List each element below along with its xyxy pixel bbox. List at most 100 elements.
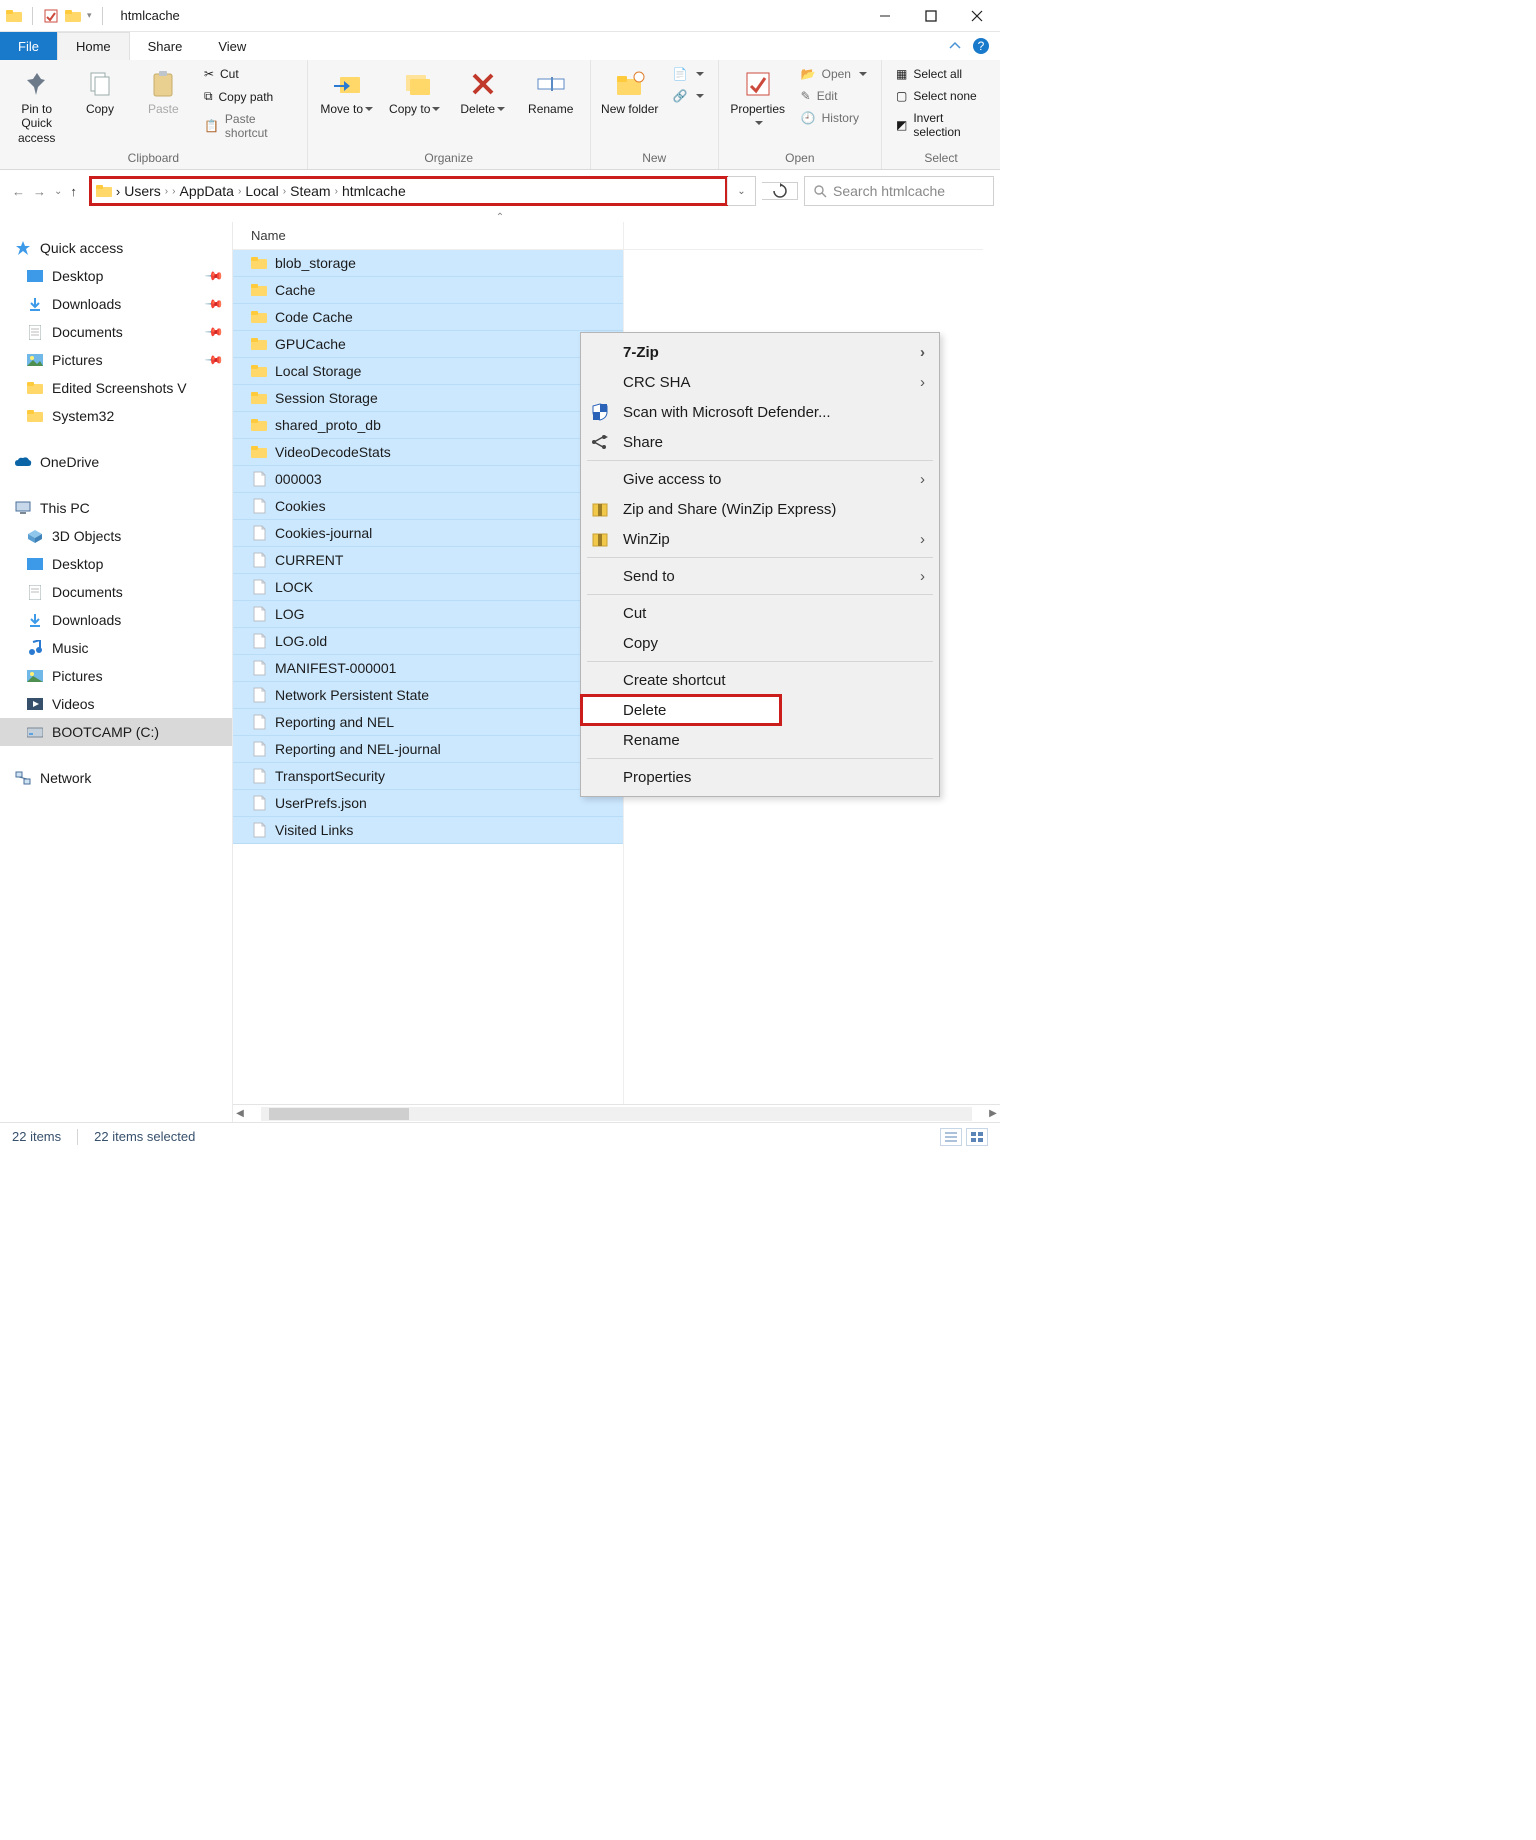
search-input[interactable]: Search htmlcache: [804, 176, 994, 206]
close-button[interactable]: [954, 0, 1000, 32]
column-header-name[interactable]: Name: [233, 222, 623, 250]
minimize-button[interactable]: [862, 0, 908, 32]
pin-to-quick-access-button[interactable]: Pin to Quick access: [8, 64, 65, 149]
crumb-htmlcache[interactable]: htmlcache: [342, 183, 406, 199]
crumb-local[interactable]: Local›: [245, 183, 286, 199]
ctx-share[interactable]: Share: [581, 427, 939, 457]
sidebar-item-downloads[interactable]: Downloads: [0, 606, 232, 634]
sidebar-item-desktop[interactable]: Desktop: [0, 550, 232, 578]
file-row[interactable]: Session Storage: [233, 385, 623, 412]
tab-share[interactable]: Share: [130, 32, 201, 60]
crumb-hidden[interactable]: ›: [172, 186, 175, 197]
help-icon[interactable]: ?: [972, 37, 990, 55]
copy-path-button[interactable]: ⧉Copy path: [198, 86, 299, 107]
file-row[interactable]: Reporting and NEL: [233, 709, 623, 736]
easy-access-button[interactable]: 🔗: [667, 86, 710, 106]
thumbnails-view-button[interactable]: [966, 1128, 988, 1146]
file-row[interactable]: Network Persistent State: [233, 682, 623, 709]
sidebar-item-videos[interactable]: Videos: [0, 690, 232, 718]
folder-dropdown-icon[interactable]: [65, 8, 81, 24]
tab-home[interactable]: Home: [57, 32, 130, 60]
ctx-rename[interactable]: Rename: [581, 725, 939, 755]
copy-to-button[interactable]: Copy to: [384, 64, 446, 120]
select-none-button[interactable]: ▢Select none: [890, 86, 992, 106]
file-list[interactable]: blob_storageCacheCode CacheGPUCacheLocal…: [233, 250, 623, 1104]
sidebar-item-bootcamp-c-[interactable]: BOOTCAMP (C:): [0, 718, 232, 746]
file-row[interactable]: 000003: [233, 466, 623, 493]
properties-icon[interactable]: [43, 8, 59, 24]
file-row[interactable]: MANIFEST-000001: [233, 655, 623, 682]
forward-button[interactable]: →: [33, 184, 46, 199]
address-dropdown-button[interactable]: ⌄: [727, 177, 755, 205]
open-button[interactable]: 📂Open: [795, 64, 873, 84]
cut-button[interactable]: ✂Cut: [198, 64, 299, 84]
new-item-button[interactable]: 📄: [667, 64, 710, 84]
sidebar-onedrive[interactable]: OneDrive: [0, 448, 232, 476]
sidebar-item-system32[interactable]: System32: [0, 402, 232, 430]
ctx-cut[interactable]: Cut: [581, 598, 939, 628]
history-button[interactable]: 🕘History: [795, 108, 873, 128]
file-row[interactable]: Cookies: [233, 493, 623, 520]
file-row[interactable]: blob_storage: [233, 250, 623, 277]
qat-dropdown-icon[interactable]: ▾: [87, 10, 92, 21]
paste-shortcut-button[interactable]: 📋Paste shortcut: [198, 109, 299, 143]
file-row[interactable]: LOG.old: [233, 628, 623, 655]
copy-button[interactable]: Copy: [71, 64, 128, 120]
ctx-give-access[interactable]: Give access to›: [581, 464, 939, 494]
ctx-send-to[interactable]: Send to›: [581, 561, 939, 591]
crumb-users[interactable]: Users›: [124, 183, 168, 199]
recent-locations-button[interactable]: ⌄: [54, 186, 62, 197]
tab-view[interactable]: View: [200, 32, 264, 60]
file-row[interactable]: Visited Links: [233, 817, 623, 844]
scroll-thumb[interactable]: [269, 1108, 409, 1120]
paste-button[interactable]: Paste: [135, 64, 192, 120]
ctx-zip-share[interactable]: Zip and Share (WinZip Express): [581, 494, 939, 524]
file-row[interactable]: VideoDecodeStats: [233, 439, 623, 466]
delete-button[interactable]: Delete: [452, 64, 514, 120]
sidebar-item-pictures[interactable]: Pictures: [0, 662, 232, 690]
scroll-trough[interactable]: [261, 1107, 972, 1121]
file-row[interactable]: Local Storage: [233, 358, 623, 385]
ctx-properties[interactable]: Properties: [581, 762, 939, 792]
file-row[interactable]: Cache: [233, 277, 623, 304]
sidebar-quick-access[interactable]: Quick access: [0, 234, 232, 262]
file-row[interactable]: TransportSecurity: [233, 763, 623, 790]
ctx-copy[interactable]: Copy: [581, 628, 939, 658]
new-folder-button[interactable]: New folder: [599, 64, 661, 120]
ctx-defender[interactable]: Scan with Microsoft Defender...: [581, 397, 939, 427]
sidebar-item-3d-objects[interactable]: 3D Objects: [0, 522, 232, 550]
file-row[interactable]: LOG: [233, 601, 623, 628]
sidebar-this-pc[interactable]: This PC: [0, 494, 232, 522]
properties-button[interactable]: Properties: [727, 64, 789, 135]
crumb-appdata[interactable]: AppData›: [179, 183, 241, 199]
ctx-delete[interactable]: Delete: [581, 695, 781, 725]
sidebar-item-music[interactable]: Music: [0, 634, 232, 662]
file-row[interactable]: GPUCache: [233, 331, 623, 358]
details-view-button[interactable]: [940, 1128, 962, 1146]
scroll-left-icon[interactable]: ◀: [233, 1108, 247, 1119]
collapse-handle[interactable]: ⌃: [0, 212, 1000, 222]
file-row[interactable]: shared_proto_db: [233, 412, 623, 439]
ctx-create-shortcut[interactable]: Create shortcut: [581, 665, 939, 695]
scroll-right-icon[interactable]: ▶: [986, 1108, 1000, 1119]
refresh-button[interactable]: [762, 182, 798, 200]
sidebar-item-documents[interactable]: Documents📌: [0, 318, 232, 346]
sidebar-item-edited-screenshots-v[interactable]: Edited Screenshots V: [0, 374, 232, 402]
up-button[interactable]: ↑: [70, 184, 77, 199]
tab-file[interactable]: File: [0, 32, 57, 60]
maximize-button[interactable]: [908, 0, 954, 32]
move-to-button[interactable]: Move to: [316, 64, 378, 120]
sidebar-item-pictures[interactable]: Pictures📌: [0, 346, 232, 374]
ctx-7zip[interactable]: 7-Zip›: [581, 337, 939, 367]
ctx-winzip[interactable]: WinZip›: [581, 524, 939, 554]
file-row[interactable]: Reporting and NEL-journal: [233, 736, 623, 763]
file-row[interactable]: UserPrefs.json: [233, 790, 623, 817]
sidebar-item-documents[interactable]: Documents: [0, 578, 232, 606]
collapse-ribbon-icon[interactable]: [948, 39, 962, 53]
horizontal-scrollbar[interactable]: ◀ ▶: [233, 1104, 1000, 1122]
select-all-button[interactable]: ▦Select all: [890, 64, 992, 84]
ctx-crc-sha[interactable]: CRC SHA›: [581, 367, 939, 397]
crumb-steam[interactable]: Steam›: [290, 183, 338, 199]
file-row[interactable]: CURRENT: [233, 547, 623, 574]
rename-button[interactable]: Rename: [520, 64, 582, 120]
